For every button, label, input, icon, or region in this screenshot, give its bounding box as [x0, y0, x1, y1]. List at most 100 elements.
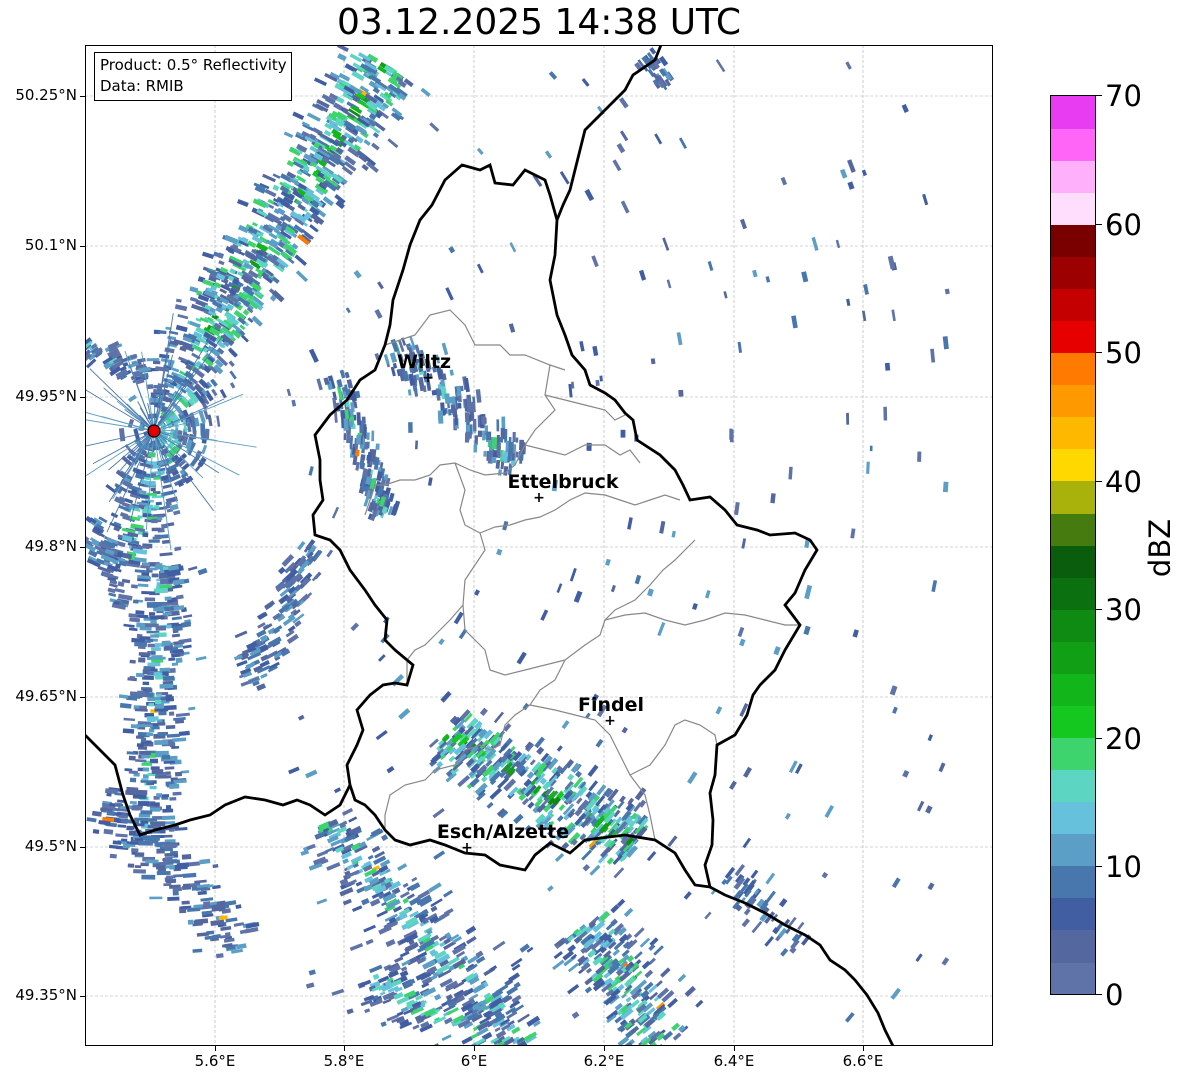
- radar-gate: [715, 59, 726, 73]
- radar-gate: [297, 540, 306, 551]
- radar-gate: [619, 130, 629, 142]
- radar-gate: [356, 434, 362, 445]
- radar-gate: [171, 616, 182, 621]
- radar-gate: [152, 821, 166, 827]
- radar-gate: [526, 771, 535, 780]
- map-title: 03.12.2025 14:38 UTC: [336, 2, 742, 43]
- radar-gate: [326, 862, 341, 871]
- radar-gate: [125, 790, 136, 796]
- radar-gate: [166, 879, 176, 884]
- radar-gate: [556, 745, 563, 752]
- lat-tick-label: 49.8°N: [24, 537, 77, 555]
- radar-gate: [189, 320, 201, 329]
- radar-gate: [515, 451, 519, 458]
- radar-gate: [660, 967, 671, 978]
- radar-gate: [804, 584, 813, 600]
- radar-gate: [704, 911, 712, 920]
- radar-gate: [306, 843, 316, 851]
- radar-gate: [166, 733, 180, 738]
- radar-gate: [212, 863, 219, 869]
- canton-line: [629, 719, 718, 776]
- radar-gate: [483, 450, 487, 457]
- radar-gate: [286, 388, 292, 397]
- radar-gate: [181, 900, 190, 905]
- radar-gate: [654, 133, 663, 145]
- radar-gate: [445, 908, 454, 915]
- radar-gate: [369, 898, 381, 907]
- radar-gate: [181, 885, 192, 891]
- radar-gate: [331, 988, 345, 996]
- radar-gate: [486, 801, 494, 809]
- radar-gate: [154, 842, 162, 847]
- colorbar-segment: [1051, 192, 1095, 225]
- radar-gate: [581, 78, 590, 87]
- radar-gate: [142, 681, 150, 686]
- radar-gate: [135, 759, 147, 763]
- radar-gate: [351, 70, 365, 82]
- radar-gate: [346, 379, 354, 389]
- radar-gate: [845, 61, 852, 70]
- radar-gate: [743, 766, 752, 778]
- radar-gate: [610, 904, 620, 914]
- radar-gate: [123, 623, 135, 628]
- radar-gate: [159, 552, 173, 557]
- radar-gate: [147, 662, 161, 667]
- radar-gate: [438, 638, 445, 646]
- radar-gate: [650, 358, 656, 365]
- radar-gate: [187, 566, 198, 571]
- radar-gate: [707, 260, 714, 272]
- colorbar-segment: [1051, 448, 1095, 482]
- canton-line: [406, 604, 464, 685]
- colorbar-segment: [1051, 384, 1095, 418]
- radar-gate: [420, 87, 431, 97]
- radar-gate: [803, 625, 811, 636]
- radar-gate: [376, 910, 388, 918]
- colorbar-segment: [1051, 352, 1095, 386]
- radar-gate: [355, 449, 360, 457]
- colorbar-tick: [1096, 994, 1102, 995]
- radar-gate: [892, 706, 898, 714]
- radar-gate: [496, 442, 501, 456]
- radar-gate: [171, 662, 179, 666]
- radar-gate: [142, 563, 150, 566]
- radar-gate: [123, 717, 136, 722]
- radar-gate: [272, 184, 280, 192]
- radar-gate: [429, 122, 440, 132]
- radar-gate: [150, 616, 157, 620]
- radar-gate: [137, 583, 149, 588]
- radar-gate: [372, 87, 381, 94]
- radar-map[interactable]: [85, 45, 993, 1046]
- radar-gate: [148, 539, 160, 543]
- radar-gate: [750, 869, 759, 879]
- radar-gate: [386, 765, 395, 774]
- radar-gate: [175, 298, 182, 303]
- colorbar-segment: [1051, 256, 1095, 289]
- radar-gate: [346, 432, 351, 444]
- radar-gate: [112, 840, 122, 845]
- colorbar-segment: [1051, 833, 1095, 867]
- radar-gate: [672, 1032, 682, 1041]
- radar-gate: [201, 444, 208, 455]
- radar-gate: [378, 654, 386, 662]
- radar-gate: [129, 659, 136, 664]
- radar-gate: [120, 819, 130, 824]
- radar-gate: [161, 640, 171, 647]
- radar-gate: [655, 980, 663, 987]
- radar-gate: [511, 453, 515, 461]
- radar-gate: [491, 437, 498, 450]
- colorbar-tick: [1096, 224, 1102, 225]
- radar-gate: [467, 432, 472, 439]
- radar-gate: [139, 750, 151, 755]
- radar-gate: [141, 724, 153, 728]
- radar-gate: [134, 865, 142, 869]
- colorbar-label: 30: [1105, 593, 1142, 627]
- radar-gate: [944, 288, 950, 295]
- radar-gate: [140, 737, 147, 743]
- radar-gate: [130, 584, 138, 589]
- radar-gate: [138, 645, 146, 650]
- radar-gate: [212, 934, 222, 939]
- radar-gate: [515, 437, 519, 443]
- radar-gate: [737, 626, 745, 638]
- radar-gate: [553, 950, 563, 960]
- radar-gate: [163, 834, 173, 838]
